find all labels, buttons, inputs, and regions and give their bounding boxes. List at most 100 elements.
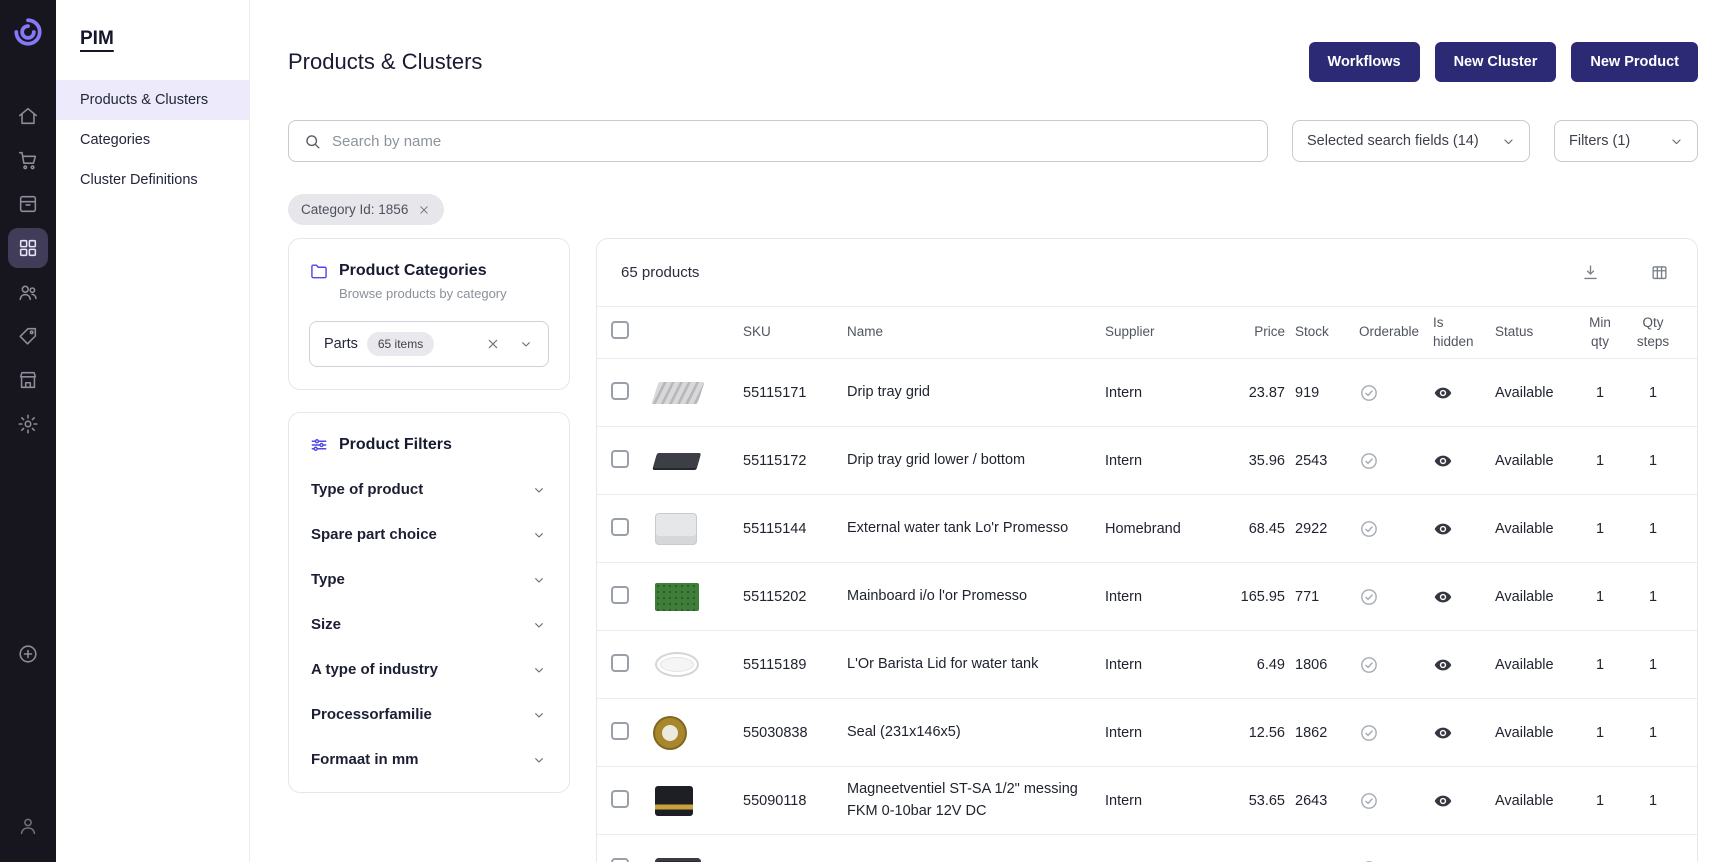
row-checkbox[interactable] — [611, 585, 629, 604]
table-row[interactable]: 55115171 Drip tray grid Intern 23.87 919… — [597, 358, 1697, 426]
column-header-orderable: Orderable — [1359, 324, 1420, 340]
rail-item-settings[interactable] — [8, 404, 48, 444]
filter-accordion[interactable]: Spare part choice — [309, 512, 549, 557]
search-input[interactable] — [332, 132, 1253, 150]
row-checkbox[interactable] — [611, 721, 629, 740]
supplier-cell: Intern — [1105, 724, 1143, 741]
table-view-icon[interactable] — [1646, 259, 1673, 286]
product-thumbnail — [655, 717, 685, 748]
product-thumbnail — [655, 785, 693, 816]
rail-item-tags[interactable] — [8, 316, 48, 356]
left-column: Product Categories Browse products by ca… — [288, 238, 570, 793]
chip-remove-icon[interactable] — [417, 203, 431, 217]
is-hidden-eye-icon[interactable] — [1433, 587, 1495, 607]
column-header-sku: SKU — [743, 324, 771, 340]
sidebar-item[interactable]: Cluster Definitions — [56, 160, 249, 200]
stock-cell: 2543 — [1295, 452, 1328, 469]
header-buttons: Workflows New Cluster New Product — [1308, 42, 1698, 82]
sku-cell: 55090118 — [743, 792, 807, 809]
cart-icon — [17, 149, 39, 171]
price-cell: 6.49 — [1256, 656, 1285, 673]
table-row[interactable]: 55115144 External water tank Lo'r Promes… — [597, 494, 1697, 562]
new-cluster-button[interactable]: New Cluster — [1434, 42, 1557, 82]
name-cell: Seal (231x146x5) — [847, 723, 961, 740]
is-hidden-eye-icon[interactable] — [1433, 791, 1495, 811]
row-checkbox[interactable] — [611, 653, 629, 672]
orderable-check-icon — [1359, 451, 1433, 471]
supplier-cell: Homebrand — [1105, 520, 1181, 537]
supplier-cell: Intern — [1105, 588, 1143, 605]
rail-item-orders[interactable] — [8, 184, 48, 224]
name-cell: Drip tray grid — [847, 383, 930, 400]
search-fields-dropdown[interactable]: Selected search fields (14) — [1292, 120, 1530, 162]
min-qty-cell: 1 — [1595, 588, 1605, 605]
filter-accordion[interactable]: Type — [309, 557, 549, 602]
table-row[interactable]: 55115172 Drip tray grid lower / bottom I… — [597, 426, 1697, 494]
filters-dropdown[interactable]: Filters (1) — [1554, 120, 1698, 162]
filter-accordion[interactable]: Processorfamilie — [309, 692, 549, 737]
row-checkbox[interactable] — [611, 789, 629, 808]
qty-steps-cell: 1 — [1648, 384, 1658, 401]
sku-cell: 55115144 — [743, 520, 807, 537]
product-thumbnail — [655, 582, 699, 611]
chevron-down-icon — [531, 572, 547, 588]
qty-steps-cell: 1 — [1648, 588, 1658, 605]
table-row[interactable]: 55115189 L'Or Barista Lid for water tank… — [597, 630, 1697, 698]
sidebar-item[interactable]: Categories — [56, 120, 249, 160]
filter-accordion[interactable]: Type of product — [309, 467, 549, 512]
items-count-badge: 65 items — [366, 332, 435, 356]
select-all-checkbox[interactable] — [611, 320, 629, 339]
main-area: Products & Clusters Workflows New Cluste… — [250, 0, 1736, 862]
stock-cell: 2643 — [1295, 792, 1328, 809]
category-select[interactable]: Parts 65 items — [309, 321, 549, 367]
sidebar-item[interactable]: Products & Clusters — [56, 80, 249, 120]
name-cell: L'Or Barista Lid for water tank — [847, 655, 1039, 672]
page-title: Products & Clusters — [288, 49, 483, 74]
user-icon — [17, 815, 39, 837]
chevron-down-icon — [531, 707, 547, 723]
filters-card-title: Product Filters — [339, 436, 452, 453]
filter-accordion[interactable]: A type of industry — [309, 647, 549, 692]
table-row[interactable]: 55090118 Magneetventiel ST-SA 1/2" messi… — [597, 766, 1697, 834]
icon-rail — [0, 0, 56, 862]
rail-item-customers[interactable] — [8, 272, 48, 312]
sku-cell: 55115189 — [743, 656, 807, 673]
rail-item-categories[interactable] — [8, 228, 48, 268]
app-logo-icon[interactable] — [12, 16, 44, 48]
row-checkbox[interactable] — [611, 381, 629, 400]
new-product-button[interactable]: New Product — [1571, 42, 1698, 82]
rail-nav — [8, 92, 48, 448]
rail-item-user[interactable] — [8, 806, 48, 846]
rail-item-store[interactable] — [8, 360, 48, 400]
table-row[interactable]: 55115174 DRIP TRAY ASSY Intern 48.59 119… — [597, 834, 1697, 862]
chevron-down-icon[interactable] — [514, 332, 538, 356]
is-hidden-eye-icon[interactable] — [1433, 723, 1495, 743]
filter-accordion[interactable]: Formaat in mm — [309, 737, 549, 782]
rail-bottom — [8, 630, 48, 850]
table-row[interactable]: 55030838 Seal (231x146x5) Intern 12.56 1… — [597, 698, 1697, 766]
is-hidden-eye-icon[interactable] — [1433, 859, 1495, 862]
row-checkbox[interactable] — [611, 517, 629, 536]
table-row[interactable]: 55115202 Mainboard i/o l'or Promesso Int… — [597, 562, 1697, 630]
column-header-price: Price — [1254, 324, 1285, 340]
download-icon[interactable] — [1577, 259, 1604, 286]
row-checkbox[interactable] — [611, 449, 629, 468]
filter-accordion[interactable]: Size — [309, 602, 549, 647]
stock-cell: 919 — [1295, 384, 1320, 401]
price-cell: 68.45 — [1248, 520, 1285, 537]
is-hidden-eye-icon[interactable] — [1433, 383, 1495, 403]
is-hidden-eye-icon[interactable] — [1433, 519, 1495, 539]
orderable-check-icon — [1359, 791, 1433, 811]
price-cell: 12.56 — [1248, 724, 1285, 741]
rail-item-plus-circle[interactable] — [8, 634, 48, 674]
table-column-headers: SKU Name Supplier Price Stock Orderable Is hid… — [597, 306, 1697, 358]
rail-item-cart[interactable] — [8, 140, 48, 180]
is-hidden-eye-icon[interactable] — [1433, 451, 1495, 471]
is-hidden-eye-icon[interactable] — [1433, 655, 1495, 675]
row-checkbox[interactable] — [611, 857, 629, 862]
workflows-button[interactable]: Workflows — [1308, 42, 1420, 82]
product-categories-card: Product Categories Browse products by ca… — [288, 238, 570, 390]
clear-category-icon[interactable] — [481, 332, 505, 356]
rail-item-home[interactable] — [8, 96, 48, 136]
orderable-check-icon — [1359, 519, 1433, 539]
